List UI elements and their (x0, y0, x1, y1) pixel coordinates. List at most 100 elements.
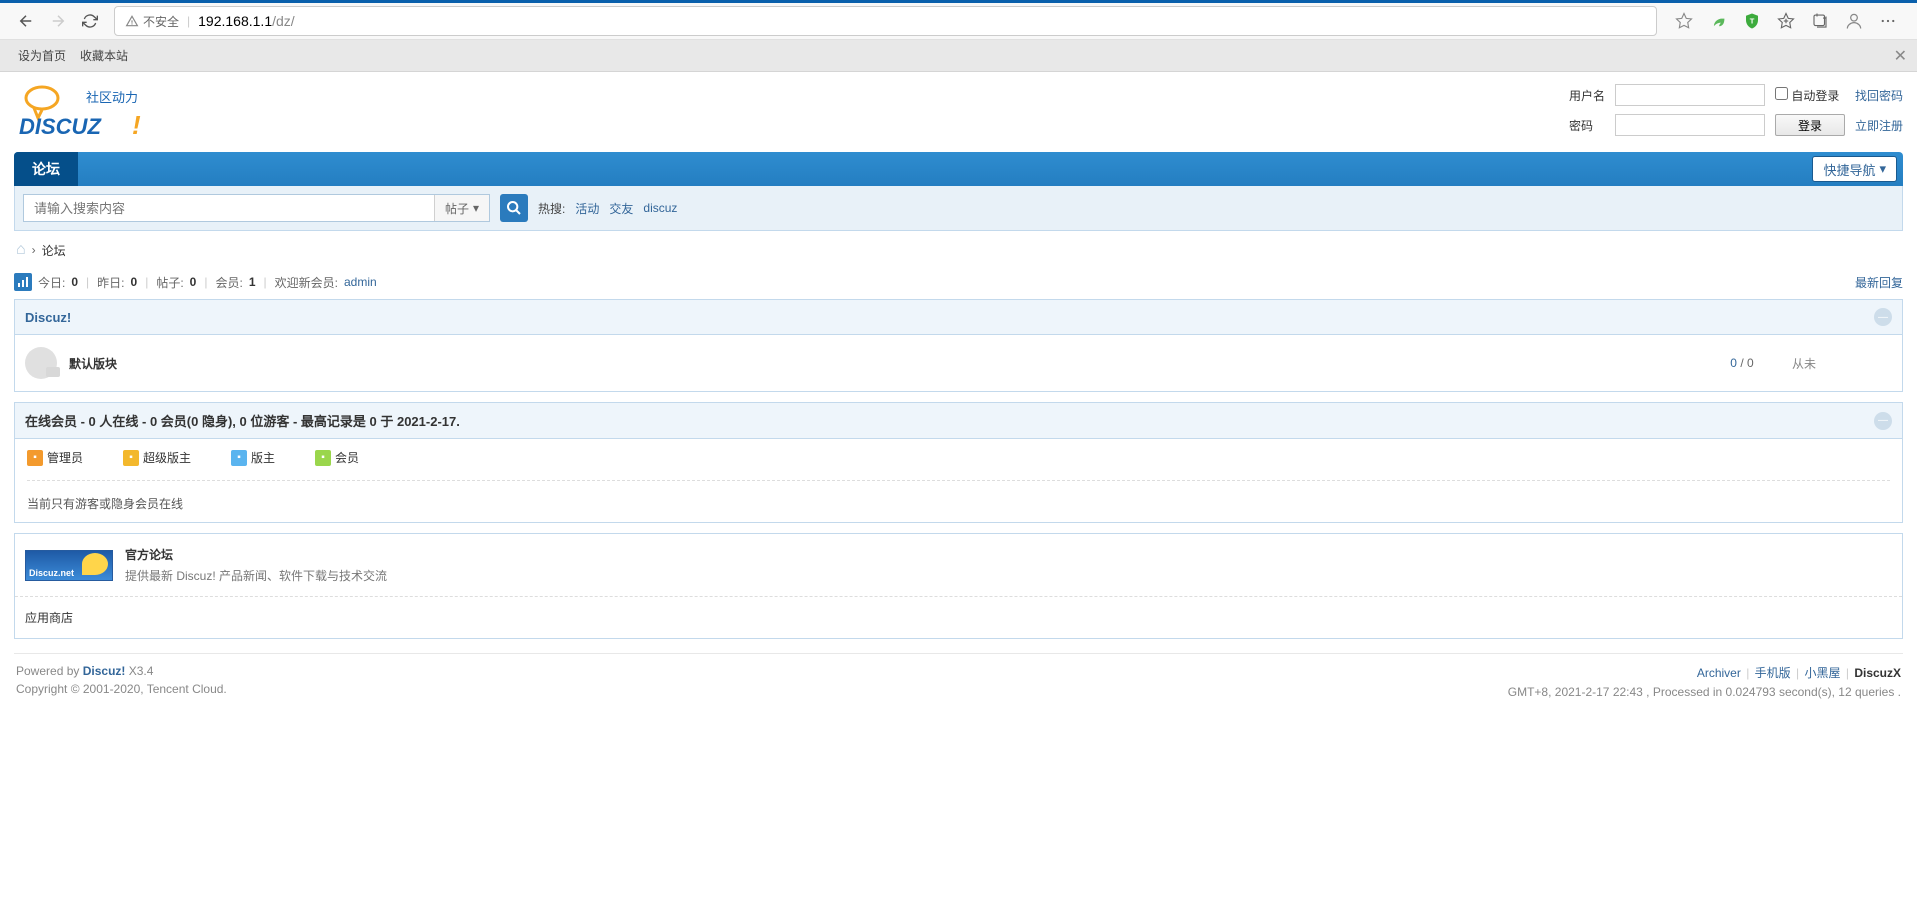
stat-posts-label: 帖子: (156, 274, 183, 291)
breadcrumb-current[interactable]: 论坛 (42, 242, 66, 259)
search-type-label: 帖子 (445, 200, 469, 217)
back-button[interactable] (10, 5, 42, 37)
latest-reply-link[interactable]: 最新回复 (1855, 274, 1903, 291)
version-label: X3.4 (129, 664, 154, 678)
set-home-link[interactable]: 设为首页 (18, 47, 66, 64)
search-icon (506, 200, 522, 216)
quick-nav-button[interactable]: 快捷导航 ▾ (1812, 156, 1897, 182)
stat-members-value: 1 (249, 275, 256, 289)
password-label: 密码 (1569, 117, 1605, 134)
speech-bubble-icon (25, 347, 57, 379)
insecure-label: 不安全 (143, 13, 179, 30)
stats-row: 今日: 0 | 昨日: 0 | 帖子: 0 | 会员: 1 | 欢迎新会员: a… (14, 269, 1903, 299)
svg-text:!: ! (132, 110, 141, 140)
find-password-link[interactable]: 找回密码 (1855, 87, 1903, 104)
archiver-link[interactable]: Archiver (1697, 666, 1741, 680)
mobile-link[interactable]: 手机版 (1755, 666, 1791, 680)
insecure-icon: 不安全 (125, 13, 179, 30)
stat-today-label: 今日: (38, 274, 65, 291)
role-label: 会员 (335, 449, 359, 466)
new-member-link[interactable]: admin (344, 275, 377, 289)
collapse-icon[interactable]: — (1874, 308, 1892, 326)
blackroom-link[interactable]: 小黑屋 (1804, 666, 1840, 680)
close-icon[interactable]: ✕ (1894, 46, 1907, 66)
login-form: 用户名 自动登录 找回密码 密码 登录 立即注册 (1569, 84, 1903, 136)
svg-text:社区动力: 社区动力 (86, 90, 138, 105)
role-legend: ▪管理员 ▪超级版主 ▪版主 ▪会员 (27, 449, 1890, 481)
mod-icon: ▪ (231, 450, 247, 466)
product-link[interactable]: Discuz! (83, 664, 126, 678)
stat-welcome-label: 欢迎新会员: (275, 274, 338, 291)
username-label: 用户名 (1569, 87, 1605, 104)
username-input[interactable] (1615, 84, 1765, 106)
stat-yesterday-label: 昨日: (97, 274, 124, 291)
online-block: 在线会员 - 0 人在线 - 0 会员(0 隐身), 0 位游客 - 最高记录是… (14, 402, 1903, 523)
shield-icon[interactable]: T (1741, 10, 1763, 32)
forum-row: 默认版块 0 / 0 从未 (15, 335, 1902, 391)
category-header: Discuz! — (15, 300, 1902, 335)
hot-search-link[interactable]: 交友 (609, 200, 633, 217)
favorite-link[interactable]: 收藏本站 (80, 47, 128, 64)
discuzx-link[interactable]: DiscuzX (1854, 666, 1901, 680)
search-button[interactable] (500, 194, 528, 222)
header: 社区动力 DISCUZ ! 用户名 自动登录 找回密码 密码 登录 立即注册 (14, 72, 1903, 152)
password-input[interactable] (1615, 114, 1765, 136)
role-label: 版主 (251, 449, 275, 466)
star-icon[interactable] (1673, 10, 1695, 32)
search-type-dropdown[interactable]: 帖子 ▾ (434, 195, 489, 221)
hot-search-link[interactable]: discuz (643, 201, 677, 215)
hot-search-link[interactable]: 活动 (575, 200, 599, 217)
chevron-down-icon: ▾ (473, 201, 479, 215)
member-icon: ▪ (315, 450, 331, 466)
link-row: 应用商店 (15, 597, 1902, 638)
profile-icon[interactable] (1843, 10, 1865, 32)
leaf-icon[interactable] (1707, 10, 1729, 32)
favorites-icon[interactable] (1775, 10, 1797, 32)
link-title[interactable]: 官方论坛 (125, 546, 387, 563)
hot-search: 热搜: 活动 交友 discuz (538, 200, 677, 217)
role-label: 管理员 (47, 449, 83, 466)
category-block: Discuz! — 默认版块 0 / 0 从未 (14, 299, 1903, 392)
main-nav: 论坛 快捷导航 ▾ (14, 152, 1903, 186)
auto-login-checkbox[interactable]: 自动登录 (1775, 87, 1845, 104)
copyright-label: Copyright © 2001-2020, Tencent Cloud. (16, 682, 227, 696)
role-label: 超级版主 (143, 449, 191, 466)
nav-tab-forum[interactable]: 论坛 (14, 152, 78, 186)
footer: Powered by Discuz! X3.4 Copyright © 2001… (14, 653, 1903, 733)
register-link[interactable]: 立即注册 (1855, 117, 1903, 134)
login-button[interactable]: 登录 (1775, 114, 1845, 136)
url-text: 192.168.1.1/dz/ (198, 13, 295, 29)
home-icon[interactable]: ⌂ (16, 241, 26, 259)
forward-button[interactable] (42, 5, 74, 37)
supermod-icon: ▪ (123, 450, 139, 466)
links-block: Discuz.net 官方论坛 提供最新 Discuz! 产品新闻、软件下载与技… (14, 533, 1903, 639)
admin-icon: ▪ (27, 450, 43, 466)
stats-icon[interactable] (14, 273, 32, 291)
stat-members-label: 会员: (215, 274, 242, 291)
category-title[interactable]: Discuz! (25, 310, 71, 325)
discuz-banner-icon[interactable]: Discuz.net (25, 550, 113, 581)
online-title: 在线会员 - 0 人在线 - 0 会员(0 隐身), 0 位游客 - 最高记录是… (25, 411, 460, 430)
collapse-icon[interactable]: — (1874, 412, 1892, 430)
online-header: 在线会员 - 0 人在线 - 0 会员(0 隐身), 0 位游客 - 最高记录是… (15, 403, 1902, 439)
search-bar: 帖子 ▾ 热搜: 活动 交友 discuz (14, 186, 1903, 231)
breadcrumb: ⌂ › 论坛 (14, 231, 1903, 269)
forum-name-link[interactable]: 默认版块 (69, 355, 1692, 372)
breadcrumb-separator: › (32, 243, 36, 257)
stat-posts-value: 0 (190, 275, 197, 289)
app-store-link[interactable]: 应用商店 (25, 609, 73, 626)
svg-text:T: T (1750, 16, 1755, 25)
link-row: Discuz.net 官方论坛 提供最新 Discuz! 产品新闻、软件下载与技… (15, 534, 1902, 597)
stat-today-value: 0 (71, 275, 78, 289)
more-icon[interactable] (1877, 10, 1899, 32)
collections-icon[interactable] (1809, 10, 1831, 32)
address-bar[interactable]: 不安全 | 192.168.1.1/dz/ (114, 6, 1657, 36)
chevron-down-icon: ▾ (1879, 161, 1886, 177)
quick-nav-label: 快捷导航 (1823, 160, 1875, 179)
forum-last-post: 从未 (1792, 355, 1892, 372)
reload-button[interactable] (74, 5, 106, 37)
search-input[interactable] (24, 195, 434, 221)
forum-counts: 0 / 0 (1692, 356, 1792, 370)
svg-text:DISCUZ: DISCUZ (19, 114, 102, 139)
logo[interactable]: 社区动力 DISCUZ ! (14, 84, 154, 144)
